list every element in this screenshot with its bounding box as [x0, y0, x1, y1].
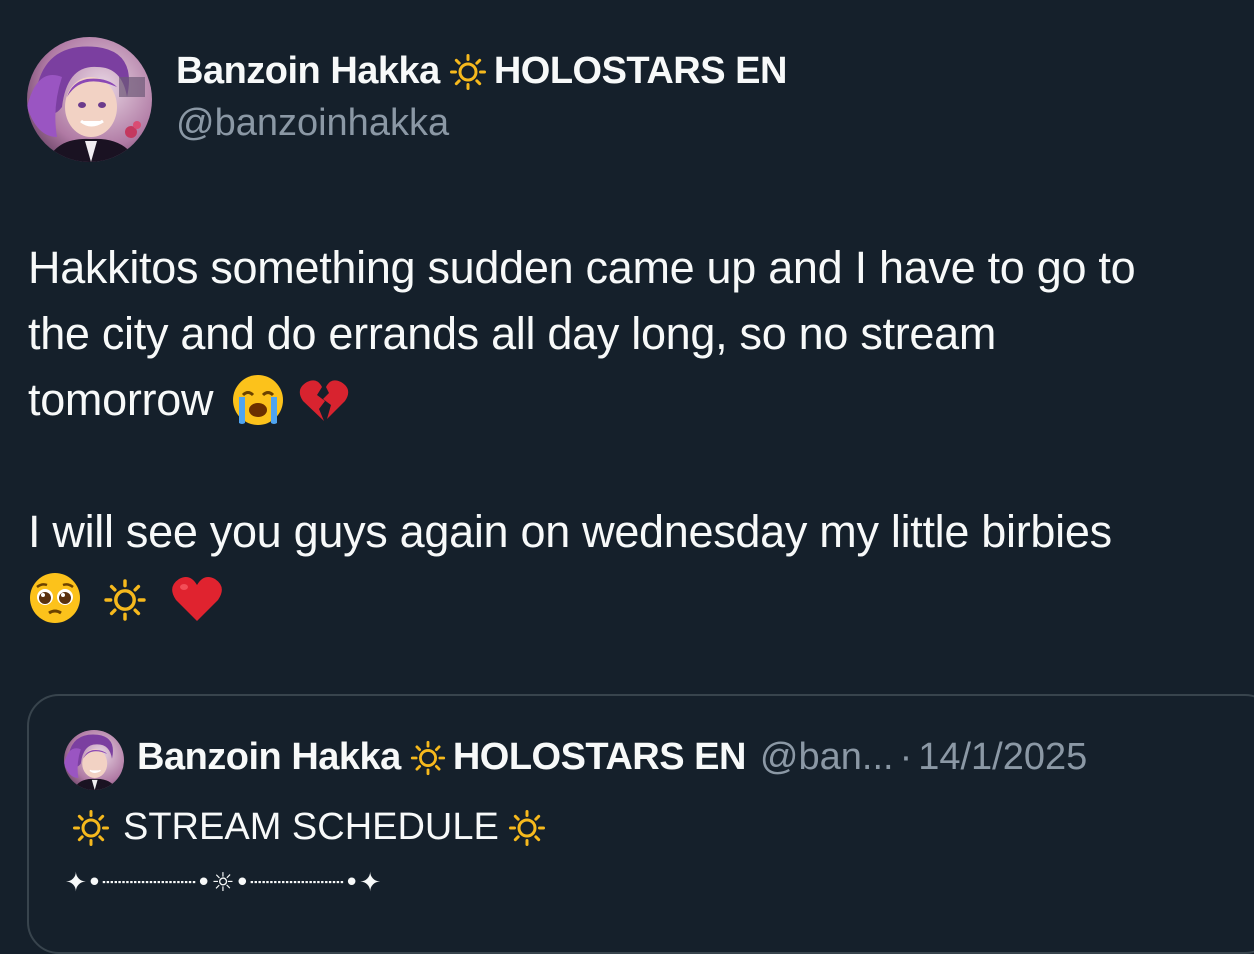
quoted-author-handle[interactable]: @ban... — [760, 736, 894, 779]
quoted-author-display-name[interactable]: Banzoin Hakka — [137, 736, 401, 779]
quoted-author-name-suffix[interactable]: HOLOSTARS EN — [453, 736, 747, 779]
author-display-name[interactable]: Banzoin Hakka — [176, 50, 440, 93]
sun-emoji — [102, 575, 148, 621]
author-handle[interactable]: @banzoinhakka — [176, 102, 449, 145]
avatar-image — [64, 730, 124, 790]
tweet-text: Hakkitos something sudden came up and I … — [28, 235, 1248, 631]
sun-icon — [448, 52, 488, 92]
quoted-tweet-divider-text: ✦•┈┈┈┈┈┈•☼•┈┈┈┈┈┈•✦ — [65, 868, 382, 898]
quoted-tweet-title: STREAM SCHEDULE — [123, 806, 499, 848]
sun-icon — [409, 739, 447, 777]
loudly-crying-face-emoji — [231, 373, 285, 427]
author-name-suffix[interactable]: HOLOSTARS EN — [494, 50, 788, 93]
quoted-tweet-date[interactable]: 14/1/2025 — [918, 736, 1087, 779]
pleading-face-emoji — [28, 571, 82, 625]
tweet-text-line-5 — [28, 565, 1248, 631]
tweet-text-segment: tomorrow — [28, 374, 214, 425]
author-avatar[interactable] — [27, 37, 152, 162]
broken-heart-emoji — [297, 373, 351, 427]
author-name-row: Banzoin Hakka HOLOSTARS EN — [176, 50, 787, 93]
tweet-text-line: the city and do errands all day long, so… — [28, 308, 997, 359]
avatar-image — [27, 37, 152, 162]
tweet-text-line: Hakkitos something sudden came up and I … — [28, 242, 1136, 293]
quoted-author-avatar[interactable] — [64, 730, 124, 790]
quoted-tweet-header: Banzoin Hakka HOLOSTARS EN @ban... · 14/… — [137, 736, 1087, 779]
quoted-tweet-card[interactable]: Banzoin Hakka HOLOSTARS EN @ban... · 14/… — [27, 694, 1254, 954]
tweet: Banzoin Hakka HOLOSTARS EN @banzoinhakka — [0, 0, 1254, 954]
quoted-tweet-title-line: STREAM SCHEDULE — [71, 806, 547, 849]
tweet-text-line-3: tomorrow — [28, 367, 1248, 433]
sun-icon — [507, 808, 547, 848]
tweet-text-line: I will see you guys again on wednesday m… — [28, 506, 1112, 557]
sun-icon — [71, 808, 111, 848]
header-separator: · — [899, 736, 913, 778]
red-heart-emoji — [170, 571, 224, 625]
